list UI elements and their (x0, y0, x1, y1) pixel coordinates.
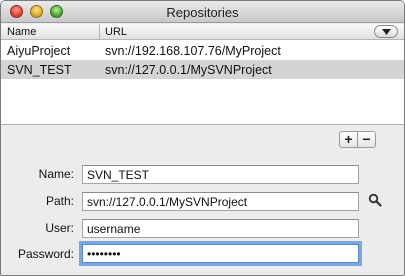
repository-name-cell: AiyuProject (7, 44, 71, 58)
chevron-down-icon (382, 29, 391, 35)
search-icon[interactable] (368, 193, 382, 207)
user-field[interactable] (82, 219, 359, 238)
repository-url-cell: svn://192.168.107.76/MyProject (105, 44, 281, 58)
repository-url-cell: svn://127.0.0.1/MySVNProject (105, 63, 272, 77)
path-label: Path: (45, 194, 74, 208)
column-header-url[interactable]: URL (105, 26, 127, 38)
password-label: Password: (17, 247, 74, 261)
window-title: Repositories (166, 5, 239, 20)
table-row[interactable]: AiyuProject svn://192.168.107.76/MyProje… (1, 41, 404, 60)
name-label: Name: (38, 167, 74, 181)
password-field[interactable] (82, 244, 359, 263)
repository-table[interactable]: Name URL AiyuProject svn://192.168.107.7… (1, 24, 404, 124)
name-field[interactable] (82, 165, 359, 184)
repositories-window: Repositories Name URL AiyuProject svn://… (0, 0, 405, 276)
repository-name-cell: SVN_TEST (7, 63, 72, 77)
column-header-name[interactable]: Name (7, 26, 36, 38)
column-menu-button[interactable] (374, 25, 398, 38)
table-row-selected[interactable]: SVN_TEST svn://127.0.0.1/MySVNProject (1, 60, 404, 79)
user-label: User: (45, 221, 74, 235)
title-bar[interactable]: Repositories (1, 1, 404, 23)
add-repository-button[interactable]: + (339, 131, 358, 148)
column-separator (99, 24, 100, 40)
pane-divider[interactable] (1, 124, 404, 125)
remove-repository-button[interactable]: − (357, 131, 376, 148)
table-header: Name URL (1, 24, 404, 40)
path-field[interactable] (82, 192, 359, 211)
